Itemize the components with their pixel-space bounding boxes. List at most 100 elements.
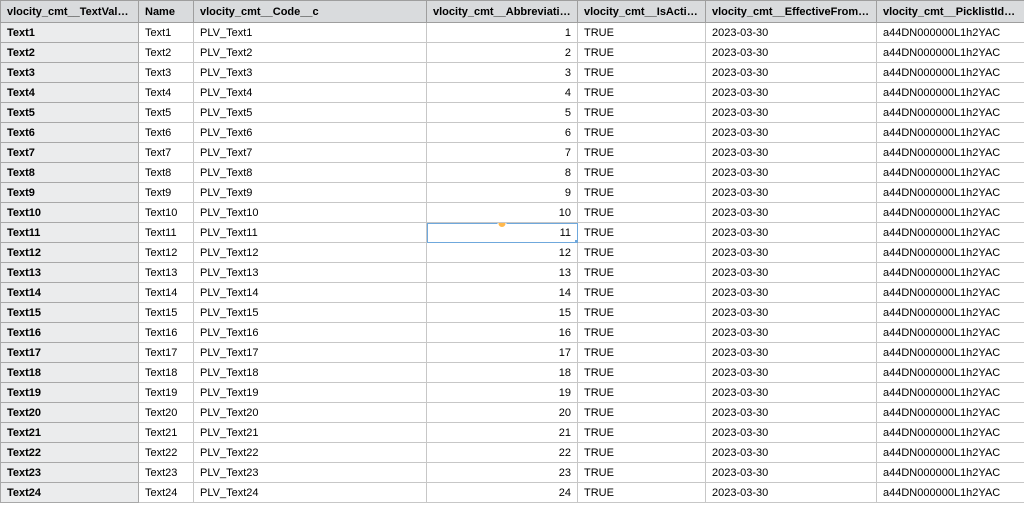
cell-textvalue[interactable]: Text12 [1,243,139,263]
cell-date[interactable]: 2023-03-30 [706,23,877,43]
cell-date[interactable]: 2023-03-30 [706,483,877,503]
cell-date[interactable]: 2023-03-30 [706,443,877,463]
cell-date[interactable]: 2023-03-30 [706,463,877,483]
cell-textvalue[interactable]: Text4 [1,83,139,103]
cell-textvalue[interactable]: Text11 [1,223,139,243]
cell-name[interactable]: Text9 [139,183,194,203]
cell-name[interactable]: Text2 [139,43,194,63]
cell-date[interactable]: 2023-03-30 [706,83,877,103]
col-header-date[interactable]: vlocity_cmt__EffectiveFromDate__c [706,1,877,23]
cell-picklist[interactable]: a44DN000000L1h2YAC [877,23,1024,43]
cell-name[interactable]: Text18 [139,363,194,383]
cell-textvalue[interactable]: Text16 [1,323,139,343]
cell-abbr[interactable]: 21 [427,423,578,443]
cell-name[interactable]: Text20 [139,403,194,423]
cell-active[interactable]: TRUE [578,183,706,203]
cell-active[interactable]: TRUE [578,323,706,343]
cell-name[interactable]: Text13 [139,263,194,283]
cell-picklist[interactable]: a44DN000000L1h2YAC [877,243,1024,263]
cell-date[interactable]: 2023-03-30 [706,323,877,343]
cell-date[interactable]: 2023-03-30 [706,383,877,403]
cell-code[interactable]: PLV_Text10 [194,203,427,223]
cell-active[interactable]: TRUE [578,383,706,403]
cell-name[interactable]: Text1 [139,23,194,43]
cell-date[interactable]: 2023-03-30 [706,343,877,363]
cell-textvalue[interactable]: Text9 [1,183,139,203]
cell-abbr[interactable]: 18 [427,363,578,383]
cell-date[interactable]: 2023-03-30 [706,103,877,123]
cell-abbr[interactable]: 5 [427,103,578,123]
cell-abbr[interactable]: 23 [427,463,578,483]
cell-date[interactable]: 2023-03-30 [706,123,877,143]
cell-textvalue[interactable]: Text20 [1,403,139,423]
cell-abbr[interactable]: 14 [427,283,578,303]
cell-code[interactable]: PLV_Text7 [194,143,427,163]
cell-abbr[interactable]: 6 [427,123,578,143]
cell-active[interactable]: TRUE [578,103,706,123]
cell-active[interactable]: TRUE [578,43,706,63]
cell-name[interactable]: Text6 [139,123,194,143]
cell-active[interactable]: TRUE [578,63,706,83]
cell-code[interactable]: PLV_Text5 [194,103,427,123]
cell-textvalue[interactable]: Text6 [1,123,139,143]
cell-abbr[interactable]: 4 [427,83,578,103]
cell-active[interactable]: TRUE [578,163,706,183]
cell-picklist[interactable]: a44DN000000L1h2YAC [877,203,1024,223]
col-header-textvalue[interactable]: vlocity_cmt__TextValue__c [1,1,139,23]
cell-abbr[interactable]: 10 [427,203,578,223]
cell-active[interactable]: TRUE [578,303,706,323]
cell-date[interactable]: 2023-03-30 [706,263,877,283]
cell-name[interactable]: Text16 [139,323,194,343]
cell-picklist[interactable]: a44DN000000L1h2YAC [877,343,1024,363]
cell-textvalue[interactable]: Text17 [1,343,139,363]
cell-abbr[interactable]: 20 [427,403,578,423]
cell-date[interactable]: 2023-03-30 [706,223,877,243]
cell-active[interactable]: TRUE [578,143,706,163]
cell-name[interactable]: Text15 [139,303,194,323]
cell-active[interactable]: TRUE [578,283,706,303]
cell-name[interactable]: Text12 [139,243,194,263]
cell-active[interactable]: TRUE [578,243,706,263]
cell-active[interactable]: TRUE [578,123,706,143]
cell-date[interactable]: 2023-03-30 [706,43,877,63]
cell-active[interactable]: TRUE [578,463,706,483]
cell-textvalue[interactable]: Text10 [1,203,139,223]
cell-abbr[interactable]: 11 [427,223,578,243]
cell-picklist[interactable]: a44DN000000L1h2YAC [877,423,1024,443]
cell-code[interactable]: PLV_Text21 [194,423,427,443]
cell-picklist[interactable]: a44DN000000L1h2YAC [877,323,1024,343]
cell-date[interactable]: 2023-03-30 [706,203,877,223]
cell-name[interactable]: Text14 [139,283,194,303]
cell-code[interactable]: PLV_Text2 [194,43,427,63]
cell-name[interactable]: Text10 [139,203,194,223]
cell-name[interactable]: Text4 [139,83,194,103]
cell-textvalue[interactable]: Text22 [1,443,139,463]
cell-code[interactable]: PLV_Text20 [194,403,427,423]
cell-picklist[interactable]: a44DN000000L1h2YAC [877,143,1024,163]
cell-date[interactable]: 2023-03-30 [706,363,877,383]
cell-textvalue[interactable]: Text13 [1,263,139,283]
cell-abbr[interactable]: 2 [427,43,578,63]
cell-date[interactable]: 2023-03-30 [706,143,877,163]
cell-abbr[interactable]: 7 [427,143,578,163]
cell-picklist[interactable]: a44DN000000L1h2YAC [877,263,1024,283]
cell-date[interactable]: 2023-03-30 [706,403,877,423]
cell-abbr[interactable]: 12 [427,243,578,263]
cell-abbr[interactable]: 8 [427,163,578,183]
cell-textvalue[interactable]: Text21 [1,423,139,443]
cell-picklist[interactable]: a44DN000000L1h2YAC [877,283,1024,303]
cell-textvalue[interactable]: Text23 [1,463,139,483]
cell-picklist[interactable]: a44DN000000L1h2YAC [877,223,1024,243]
cell-active[interactable]: TRUE [578,483,706,503]
cell-code[interactable]: PLV_Text22 [194,443,427,463]
col-header-abbr[interactable]: vlocity_cmt__Abbreviation__c [427,1,578,23]
cell-picklist[interactable]: a44DN000000L1h2YAC [877,303,1024,323]
col-header-active[interactable]: vlocity_cmt__IsActive__c [578,1,706,23]
cell-name[interactable]: Text19 [139,383,194,403]
cell-abbr[interactable]: 15 [427,303,578,323]
cell-name[interactable]: Text23 [139,463,194,483]
cell-picklist[interactable]: a44DN000000L1h2YAC [877,103,1024,123]
cell-date[interactable]: 2023-03-30 [706,183,877,203]
cell-textvalue[interactable]: Text15 [1,303,139,323]
cell-date[interactable]: 2023-03-30 [706,163,877,183]
